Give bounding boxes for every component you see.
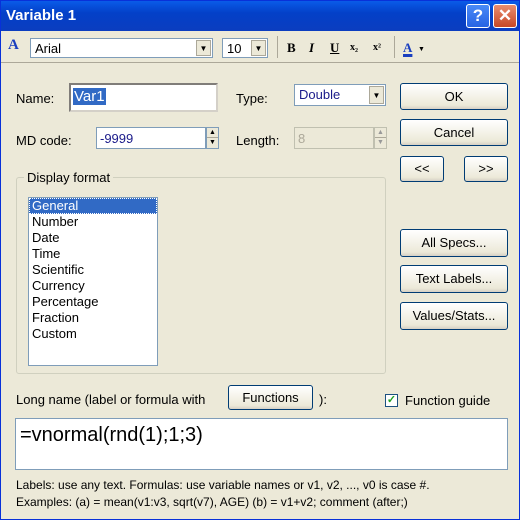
font-name-select[interactable]: Arial ▼ [30,38,213,58]
format-list-item[interactable]: Fraction [29,310,157,326]
chevron-down-icon[interactable]: ▼ [418,45,425,53]
superscript-button[interactable]: x² [373,42,381,53]
format-list-item[interactable]: Custom [29,326,157,342]
help-button[interactable]: ? [466,4,490,28]
all-specs-button[interactable]: All Specs... [400,229,508,257]
arrow-down-icon[interactable]: ▼ [375,138,386,148]
name-label: Name: [16,91,55,106]
hint-line-1: Labels: use any text. Formulas: use vari… [16,478,430,492]
font-size-value: 10 [227,41,242,56]
title-bar[interactable]: Variable 1 ? ✕ [1,1,519,31]
cancel-button[interactable]: Cancel [400,119,508,146]
md-code-input[interactable]: -9999 [96,127,206,149]
formula-input[interactable]: =vnormal(rnd(1);1;3) [15,418,508,470]
chevron-down-icon[interactable]: ▼ [251,40,266,56]
format-list-item[interactable]: Number [29,214,157,230]
font-size-select[interactable]: 10 ▼ [222,38,268,58]
underline-button[interactable]: U [330,40,339,56]
text-color-icon[interactable]: A [403,40,412,56]
md-code-value: -9999 [100,131,134,146]
arrow-down-icon[interactable]: ▼ [207,138,218,148]
long-name-label-end: ): [319,392,327,407]
formula-value: =vnormal(rnd(1);1;3) [20,424,203,446]
subscript-button[interactable]: x₂ [350,42,358,53]
font-icon: A [8,37,19,53]
name-input[interactable]: Var1 [69,83,218,112]
length-value: 8 [298,131,306,146]
type-select[interactable]: Double ▼ [294,84,386,106]
length-stepper[interactable]: ▲ ▼ [374,127,387,149]
italic-button[interactable]: I [309,40,314,56]
toolbar-separator [277,36,278,58]
type-label: Type: [236,91,268,106]
ok-button[interactable]: OK [400,83,508,110]
length-label: Length: [236,133,280,148]
font-name-value: Arial [35,41,62,56]
md-code-stepper[interactable]: ▲ ▼ [206,127,219,149]
functions-button[interactable]: Functions [228,385,313,410]
long-name-label: Long name (label or formula with [16,392,206,407]
format-list-item[interactable]: Percentage [29,294,157,310]
function-guide-label: Function guide [405,393,491,408]
format-list-item[interactable]: Currency [29,278,157,294]
function-guide-checkbox[interactable]: ✓ [385,394,398,407]
display-format-list[interactable]: General Number Date Time Scientific Currency P… [28,197,158,366]
arrow-up-icon[interactable]: ▲ [375,128,386,138]
hint-line-2: Examples: (a) = mean(v1:v3, sqrt(v7), AG… [16,495,408,509]
display-format-legend: Display format [24,170,114,185]
values-stats-button[interactable]: Values/Stats... [400,302,508,330]
window-title: Variable 1 [6,7,77,24]
format-list-item[interactable]: Date [29,230,157,246]
toolbar-separator [394,36,395,58]
chevron-down-icon[interactable]: ▼ [369,86,384,104]
chevron-down-icon[interactable]: ▼ [196,40,211,56]
close-button[interactable]: ✕ [493,4,517,28]
arrow-up-icon[interactable]: ▲ [207,128,218,138]
length-input[interactable]: 8 [294,127,374,149]
md-code-label: MD code: [16,133,72,148]
type-value: Double [299,87,341,102]
previous-button[interactable]: << [400,156,444,182]
text-labels-button[interactable]: Text Labels... [400,265,508,293]
bold-button[interactable]: B [287,40,296,56]
format-list-item[interactable]: Scientific [29,262,157,278]
name-value: Var1 [73,88,106,105]
format-list-item[interactable]: Time [29,246,157,262]
next-button[interactable]: >> [464,156,508,182]
variable-dialog: Variable 1 ? ✕ A Arial ▼ 10 ▼ B I U x₂ x… [0,0,520,520]
format-list-item[interactable]: General [29,198,157,214]
